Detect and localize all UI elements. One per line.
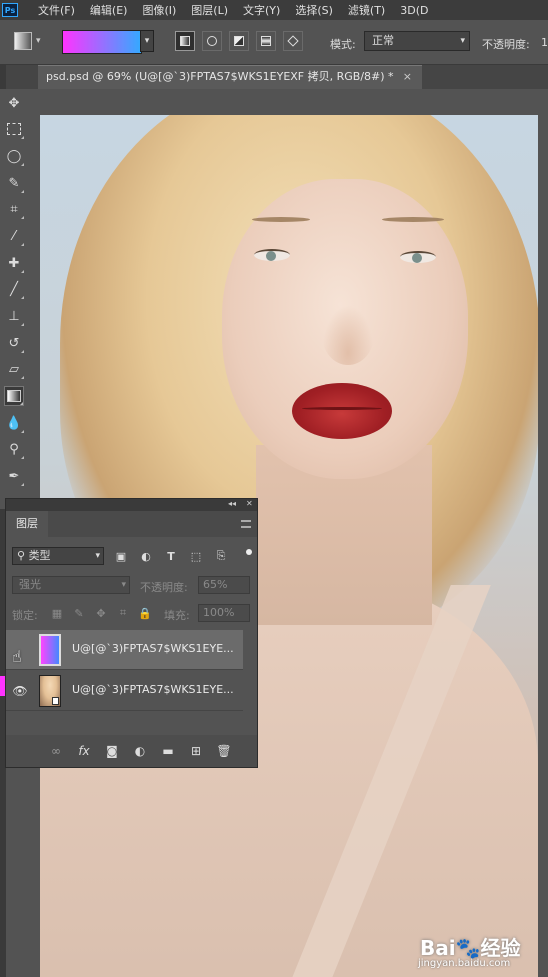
collapse-icon[interactable]: ◂◂ bbox=[228, 499, 236, 508]
layer-mask-icon[interactable]: ◙ bbox=[104, 743, 120, 759]
document-tab[interactable]: psd.psd @ 69% (U@[@`3)FPTAS7$WKS1EYEXF 拷… bbox=[38, 65, 422, 89]
quick-select-icon[interactable]: ✎ bbox=[4, 173, 24, 193]
close-icon[interactable]: × bbox=[403, 66, 412, 88]
history-brush-icon[interactable]: ↺ bbox=[4, 333, 24, 353]
tab-layers[interactable]: 图层 bbox=[6, 511, 48, 537]
mode-label: 模式: bbox=[330, 38, 356, 51]
options-bar: ▾ ▾ 模式: 正常 ▾ 不透明度: 1 bbox=[0, 20, 548, 65]
opacity-input[interactable]: 65% bbox=[198, 576, 250, 594]
opacity-value[interactable]: 1 bbox=[541, 36, 548, 49]
blend-mode-select[interactable]: 强光 ▾ bbox=[12, 576, 130, 594]
photo-right-brow bbox=[382, 217, 444, 222]
linear-gradient-button[interactable] bbox=[175, 31, 195, 51]
lock-label: 锁定: bbox=[12, 609, 38, 622]
photoshop-logo: Ps bbox=[2, 3, 18, 17]
layer-name[interactable]: U@[@`3)FPTAS7$WKS1EYE... bbox=[72, 683, 234, 696]
menu-file[interactable]: 文件(F) bbox=[38, 2, 75, 18]
layers-panel-header: 图层 bbox=[6, 511, 257, 537]
layer-name[interactable]: U@[@`3)FPTAS7$WKS1EYE... bbox=[72, 642, 234, 655]
new-layer-icon[interactable]: ⊞ bbox=[188, 743, 204, 759]
mode-select[interactable]: 正常 ▾ bbox=[364, 31, 470, 51]
filter-type-icon[interactable]: T bbox=[164, 549, 178, 563]
photo-lips bbox=[292, 383, 392, 439]
menu-3d[interactable]: 3D(D bbox=[400, 4, 428, 17]
brush-icon[interactable]: ╱ bbox=[4, 279, 24, 299]
layer-row[interactable]: U@[@`3)FPTAS7$WKS1EYE... bbox=[6, 630, 243, 670]
smart-object-badge-icon bbox=[52, 697, 59, 705]
tools-panel: ✥ ◯ ✎ ⌗ ⁄ ✚ ╱ ⊥ ↺ ▱ 💧 ⚲ ✒ bbox=[0, 89, 30, 509]
lock-pixels-icon[interactable]: ✎ bbox=[72, 606, 86, 620]
layer-filter-select[interactable]: ⚲ 类型 ▾ bbox=[12, 547, 104, 565]
filter-pixel-icon[interactable]: ▣ bbox=[114, 549, 128, 563]
chevron-down-icon[interactable]: ▾ bbox=[36, 36, 41, 46]
blur-icon[interactable]: 💧 bbox=[4, 413, 24, 433]
fill-label: 填充: bbox=[164, 609, 190, 622]
layer-row[interactable]: 👁 U@[@`3)FPTAS7$WKS1EYE... bbox=[6, 671, 243, 711]
fx-icon[interactable]: fx bbox=[76, 743, 92, 759]
gradient-icon[interactable] bbox=[4, 386, 24, 406]
stamp-icon[interactable]: ⊥ bbox=[4, 306, 24, 326]
menu-image[interactable]: 图像(I) bbox=[142, 2, 176, 18]
marquee-icon[interactable] bbox=[4, 119, 24, 139]
chevron-down-icon: ▾ bbox=[121, 580, 126, 590]
filter-toggle[interactable] bbox=[246, 549, 252, 563]
healing-icon[interactable]: ✚ bbox=[4, 253, 24, 273]
lock-position-icon[interactable]: ✥ bbox=[94, 606, 108, 620]
filter-shape-icon[interactable]: ⬚ bbox=[189, 549, 203, 563]
baidu-watermark: Bai🐾经验 bbox=[420, 936, 521, 960]
photo-right-eye bbox=[400, 251, 436, 263]
panel-menu-icon[interactable] bbox=[241, 520, 251, 528]
chevron-down-icon: ▾ bbox=[95, 551, 100, 561]
filter-smart-object-icon[interactable]: ⎘ bbox=[214, 549, 228, 563]
menu-edit[interactable]: 编辑(E) bbox=[90, 2, 128, 18]
move-icon[interactable]: ✥ bbox=[4, 93, 24, 113]
menu-select[interactable]: 选择(S) bbox=[295, 2, 333, 18]
lock-transparency-icon[interactable]: ▦ bbox=[50, 606, 64, 620]
link-layers-icon[interactable]: ∞ bbox=[48, 743, 64, 759]
adjustment-layer-icon[interactable]: ◐ bbox=[132, 743, 148, 759]
gradient-picker[interactable] bbox=[62, 30, 142, 54]
gradient-tool-preset-icon[interactable] bbox=[14, 32, 32, 50]
opacity-label: 不透明度: bbox=[140, 581, 188, 594]
hand-cursor-icon: ☝ bbox=[12, 647, 22, 666]
delete-layer-icon[interactable]: 🗑 bbox=[216, 743, 232, 759]
diamond-gradient-button[interactable] bbox=[283, 31, 303, 51]
eraser-icon[interactable]: ▱ bbox=[4, 359, 24, 379]
layer-thumbnail bbox=[39, 675, 61, 707]
lock-artboard-icon[interactable]: ⌗ bbox=[116, 606, 130, 620]
fill-input[interactable]: 100% bbox=[198, 604, 250, 622]
photo-left-eye bbox=[254, 249, 290, 261]
new-group-icon[interactable]: ▬ bbox=[160, 743, 176, 759]
eye-icon[interactable]: 👁 bbox=[12, 683, 28, 699]
reflected-gradient-button[interactable] bbox=[256, 31, 276, 51]
pen-icon[interactable]: ✒ bbox=[4, 466, 24, 486]
layers-panel: ◂◂ ✕ 图层 ⚲ 类型 ▾ ▣ ◐ T ⬚ ⎘ 强光 ▾ 不透明度: 65% 锁定… bbox=[5, 498, 258, 768]
menu-type[interactable]: 文字(Y) bbox=[243, 2, 280, 18]
menu-layer[interactable]: 图层(L) bbox=[191, 2, 228, 18]
close-icon[interactable]: ✕ bbox=[246, 499, 253, 508]
lock-all-icon[interactable]: 🔒 bbox=[138, 606, 152, 620]
dodge-icon[interactable]: ⚲ bbox=[4, 439, 24, 459]
angle-gradient-button[interactable] bbox=[229, 31, 249, 51]
panel-title-bar[interactable]: ◂◂ ✕ bbox=[6, 499, 257, 511]
layers-panel-footer: ∞ fx ◙ ◐ ▬ ⊞ 🗑 bbox=[6, 735, 257, 767]
lasso-icon[interactable]: ◯ bbox=[4, 146, 24, 166]
photo-nose bbox=[322, 305, 374, 365]
document-tab-bar: psd.psd @ 69% (U@[@`3)FPTAS7$WKS1EYEXF 拷… bbox=[0, 65, 548, 89]
filter-adjustment-icon[interactable]: ◐ bbox=[139, 549, 153, 563]
radial-gradient-button[interactable] bbox=[202, 31, 222, 51]
menu-bar: Ps 文件(F) 编辑(E) 图像(I) 图层(L) 文字(Y) 选择(S) 滤… bbox=[0, 0, 548, 20]
layer-thumbnail bbox=[39, 634, 61, 666]
opacity-label: 不透明度: bbox=[482, 38, 530, 51]
photo-lip-line bbox=[302, 407, 382, 410]
crop-icon[interactable]: ⌗ bbox=[4, 199, 24, 219]
gradient-dropdown-chevron-icon[interactable]: ▾ bbox=[140, 30, 154, 52]
eyedropper-icon[interactable]: ⁄ bbox=[4, 226, 24, 246]
chevron-down-icon: ▾ bbox=[460, 36, 465, 46]
menu-filter[interactable]: 滤镜(T) bbox=[348, 2, 385, 18]
photo-left-brow bbox=[252, 217, 310, 222]
baidu-watermark-url: jingyan.baidu.com bbox=[418, 958, 511, 969]
